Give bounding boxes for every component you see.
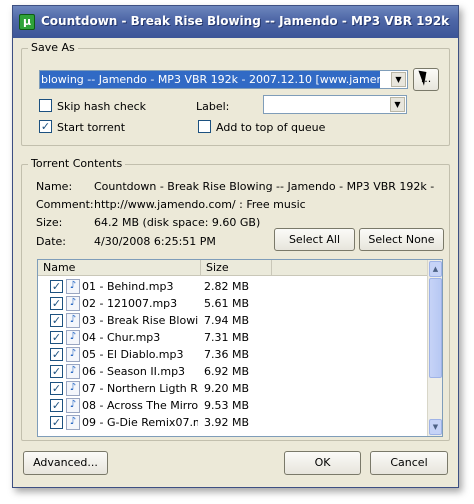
save-as-group-label: Save As	[28, 41, 78, 54]
file-row[interactable]: ✓ ♪ 09 - G-Die Remix07.mp3 3.92 MB	[38, 414, 427, 431]
skip-hash-label: Skip hash check	[57, 100, 147, 113]
file-name: 09 - G-Die Remix07.mp3	[82, 416, 198, 429]
file-list[interactable]: Name Size ✓ ♪ 01 - Behind.mp3 2.82 MB ✓ …	[37, 259, 443, 437]
start-torrent-checkbox[interactable]: ✓	[39, 120, 52, 133]
file-list-header: Name Size	[38, 260, 442, 276]
advanced-button[interactable]: Advanced...	[23, 451, 108, 475]
file-row[interactable]: ✓ ♪ 06 - Season II.mp3 6.92 MB	[38, 363, 427, 380]
file-checkbox[interactable]: ✓	[50, 399, 63, 412]
file-name: 08 - Across The Mirro...	[82, 399, 198, 412]
file-row[interactable]: ✓ ♪ 03 - Break Rise Blowi... 7.94 MB	[38, 312, 427, 329]
torrent-contents-group: Torrent Contents Name: Countdown - Break…	[21, 157, 450, 441]
file-name: 01 - Behind.mp3	[82, 280, 174, 293]
file-row[interactable]: ✓ ♪ 02 - 121007.mp3 5.61 MB	[38, 295, 427, 312]
file-checkbox[interactable]: ✓	[50, 314, 63, 327]
ok-button[interactable]: OK	[284, 451, 361, 475]
audio-file-icon: ♪	[66, 398, 80, 413]
file-row[interactable]: ✓ ♪ 01 - Behind.mp3 2.82 MB	[38, 278, 427, 295]
file-name: 05 - El Diablo.mp3	[82, 348, 184, 361]
label-combobox-value	[264, 96, 388, 113]
date-label: Date:	[36, 235, 66, 248]
size-label: Size:	[36, 216, 63, 229]
file-checkbox[interactable]: ✓	[50, 280, 63, 293]
scrollbar-thumb[interactable]	[429, 278, 442, 378]
file-size: 7.94 MB	[204, 314, 250, 327]
select-all-button[interactable]: Select All	[274, 228, 355, 251]
label-field-label: Label:	[196, 100, 230, 113]
torrent-comment-value: http://www.jamendo.com/ : Free music	[94, 198, 306, 211]
add-top-queue-label: Add to top of queue	[216, 121, 326, 134]
torrent-name-value: Countdown - Break Rise Blowing -- Jamend…	[94, 180, 435, 193]
file-name: 02 - 121007.mp3	[82, 297, 178, 310]
file-size: 6.92 MB	[204, 365, 250, 378]
audio-file-icon: ♪	[66, 296, 80, 311]
torrent-date-value: 4/30/2008 6:25:51 PM	[94, 235, 216, 248]
label-combobox[interactable]: ▼	[263, 95, 407, 114]
file-name: 06 - Season II.mp3	[82, 365, 186, 378]
file-size: 9.53 MB	[204, 399, 250, 412]
save-path-combobox[interactable]: blowing -- Jamendo - MP3 VBR 192k - 2007…	[39, 70, 408, 89]
audio-file-icon: ♪	[66, 279, 80, 294]
file-checkbox[interactable]: ✓	[50, 416, 63, 429]
file-name: 04 - Chur.mp3	[82, 331, 161, 344]
scroll-up-icon[interactable]: ▲	[429, 261, 442, 277]
audio-file-icon: ♪	[66, 330, 80, 345]
utorrent-app-icon: µ	[19, 14, 35, 30]
audio-file-icon: ♪	[66, 381, 80, 396]
scroll-down-icon[interactable]: ▼	[429, 419, 442, 435]
file-checkbox[interactable]: ✓	[50, 331, 63, 344]
chevron-down-icon[interactable]: ▼	[390, 97, 405, 112]
title-bar[interactable]: µ Countdown - Break Rise Blowing -- Jame…	[13, 6, 458, 38]
chevron-down-icon[interactable]: ▼	[391, 72, 406, 87]
file-checkbox[interactable]: ✓	[50, 297, 63, 310]
file-checkbox[interactable]: ✓	[50, 382, 63, 395]
column-header-name[interactable]: Name	[38, 260, 201, 276]
add-torrent-dialog: µ Countdown - Break Rise Blowing -- Jame…	[12, 5, 459, 488]
audio-file-icon: ♪	[66, 313, 80, 328]
file-size: 2.82 MB	[204, 280, 250, 293]
name-label: Name:	[36, 180, 73, 193]
cancel-button[interactable]: Cancel	[370, 451, 448, 475]
file-checkbox[interactable]: ✓	[50, 365, 63, 378]
column-header-size[interactable]: Size	[201, 260, 272, 276]
audio-file-icon: ♪	[66, 347, 80, 362]
start-torrent-label: Start torrent	[57, 121, 126, 134]
save-as-group: Save As blowing -- Jamendo - MP3 VBR 192…	[21, 41, 450, 146]
add-top-queue-checkbox[interactable]	[198, 120, 211, 133]
file-list-scrollbar[interactable]: ▲ ▼	[427, 260, 442, 436]
file-row[interactable]: ✓ ♪ 04 - Chur.mp3 7.31 MB	[38, 329, 427, 346]
window-title: Countdown - Break Rise Blowing -- Jamend…	[41, 14, 453, 28]
save-path-value: blowing -- Jamendo - MP3 VBR 192k - 2007…	[40, 71, 380, 88]
file-size: 9.20 MB	[204, 382, 250, 395]
file-name: 03 - Break Rise Blowi...	[82, 314, 198, 327]
file-size: 7.36 MB	[204, 348, 250, 361]
skip-hash-checkbox[interactable]	[39, 99, 52, 112]
comment-label: Comment:	[36, 198, 94, 211]
audio-file-icon: ♪	[66, 415, 80, 430]
file-size: 7.31 MB	[204, 331, 250, 344]
file-row[interactable]: ✓ ♪ 07 - Northern Ligth R... 9.20 MB	[38, 380, 427, 397]
file-name: 07 - Northern Ligth R...	[82, 382, 198, 395]
file-size: 3.92 MB	[204, 416, 250, 429]
select-none-button[interactable]: Select None	[359, 228, 444, 251]
file-row[interactable]: ✓ ♪ 05 - El Diablo.mp3 7.36 MB	[38, 346, 427, 363]
file-checkbox[interactable]: ✓	[50, 348, 63, 361]
file-size: 5.61 MB	[204, 297, 250, 310]
torrent-contents-group-label: Torrent Contents	[28, 157, 126, 170]
file-row[interactable]: ✓ ♪ 08 - Across The Mirro... 9.53 MB	[38, 397, 427, 414]
audio-file-icon: ♪	[66, 364, 80, 379]
